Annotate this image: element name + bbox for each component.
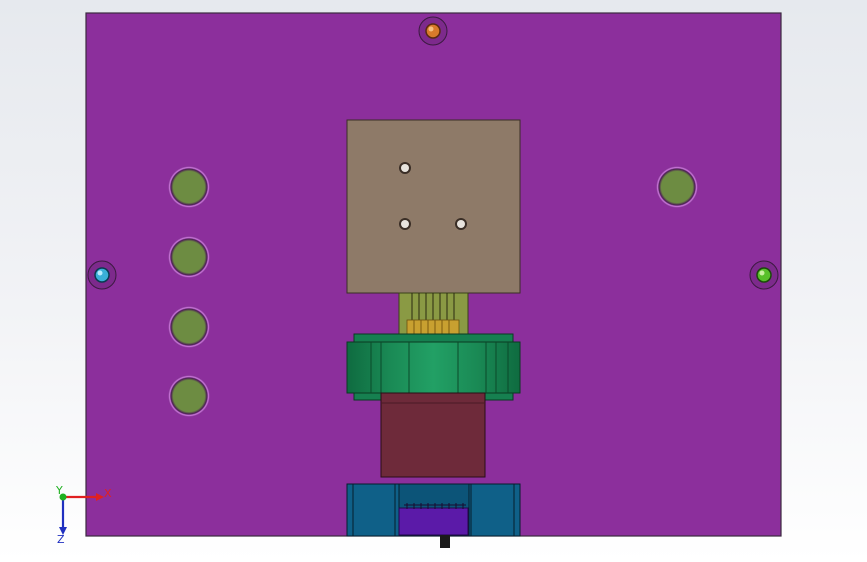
mounting-hole[interactable] — [168, 306, 210, 348]
mounting-hole[interactable] — [168, 166, 210, 208]
triad-x-label: X — [104, 487, 112, 500]
bottom-mount[interactable] — [346, 483, 521, 537]
screw-icon — [399, 218, 411, 230]
triad-z-label: Z — [57, 533, 65, 546]
pin-right-icon[interactable] — [749, 260, 779, 290]
triad-y-label: Y — [55, 484, 63, 497]
mounting-hole[interactable] — [168, 236, 210, 278]
sensor-block[interactable] — [346, 119, 521, 294]
pin-left-icon[interactable] — [87, 260, 117, 290]
mounting-hole[interactable] — [656, 166, 698, 208]
cable-stub — [440, 535, 450, 548]
gear-assembly[interactable] — [346, 333, 521, 401]
pin-top-icon[interactable] — [418, 16, 448, 46]
cad-graphics-viewport[interactable]: X Y Z — [0, 0, 867, 562]
mounting-hole[interactable] — [168, 375, 210, 417]
screw-icon — [455, 218, 467, 230]
motor-housing[interactable] — [380, 392, 486, 478]
screw-icon — [399, 162, 411, 174]
